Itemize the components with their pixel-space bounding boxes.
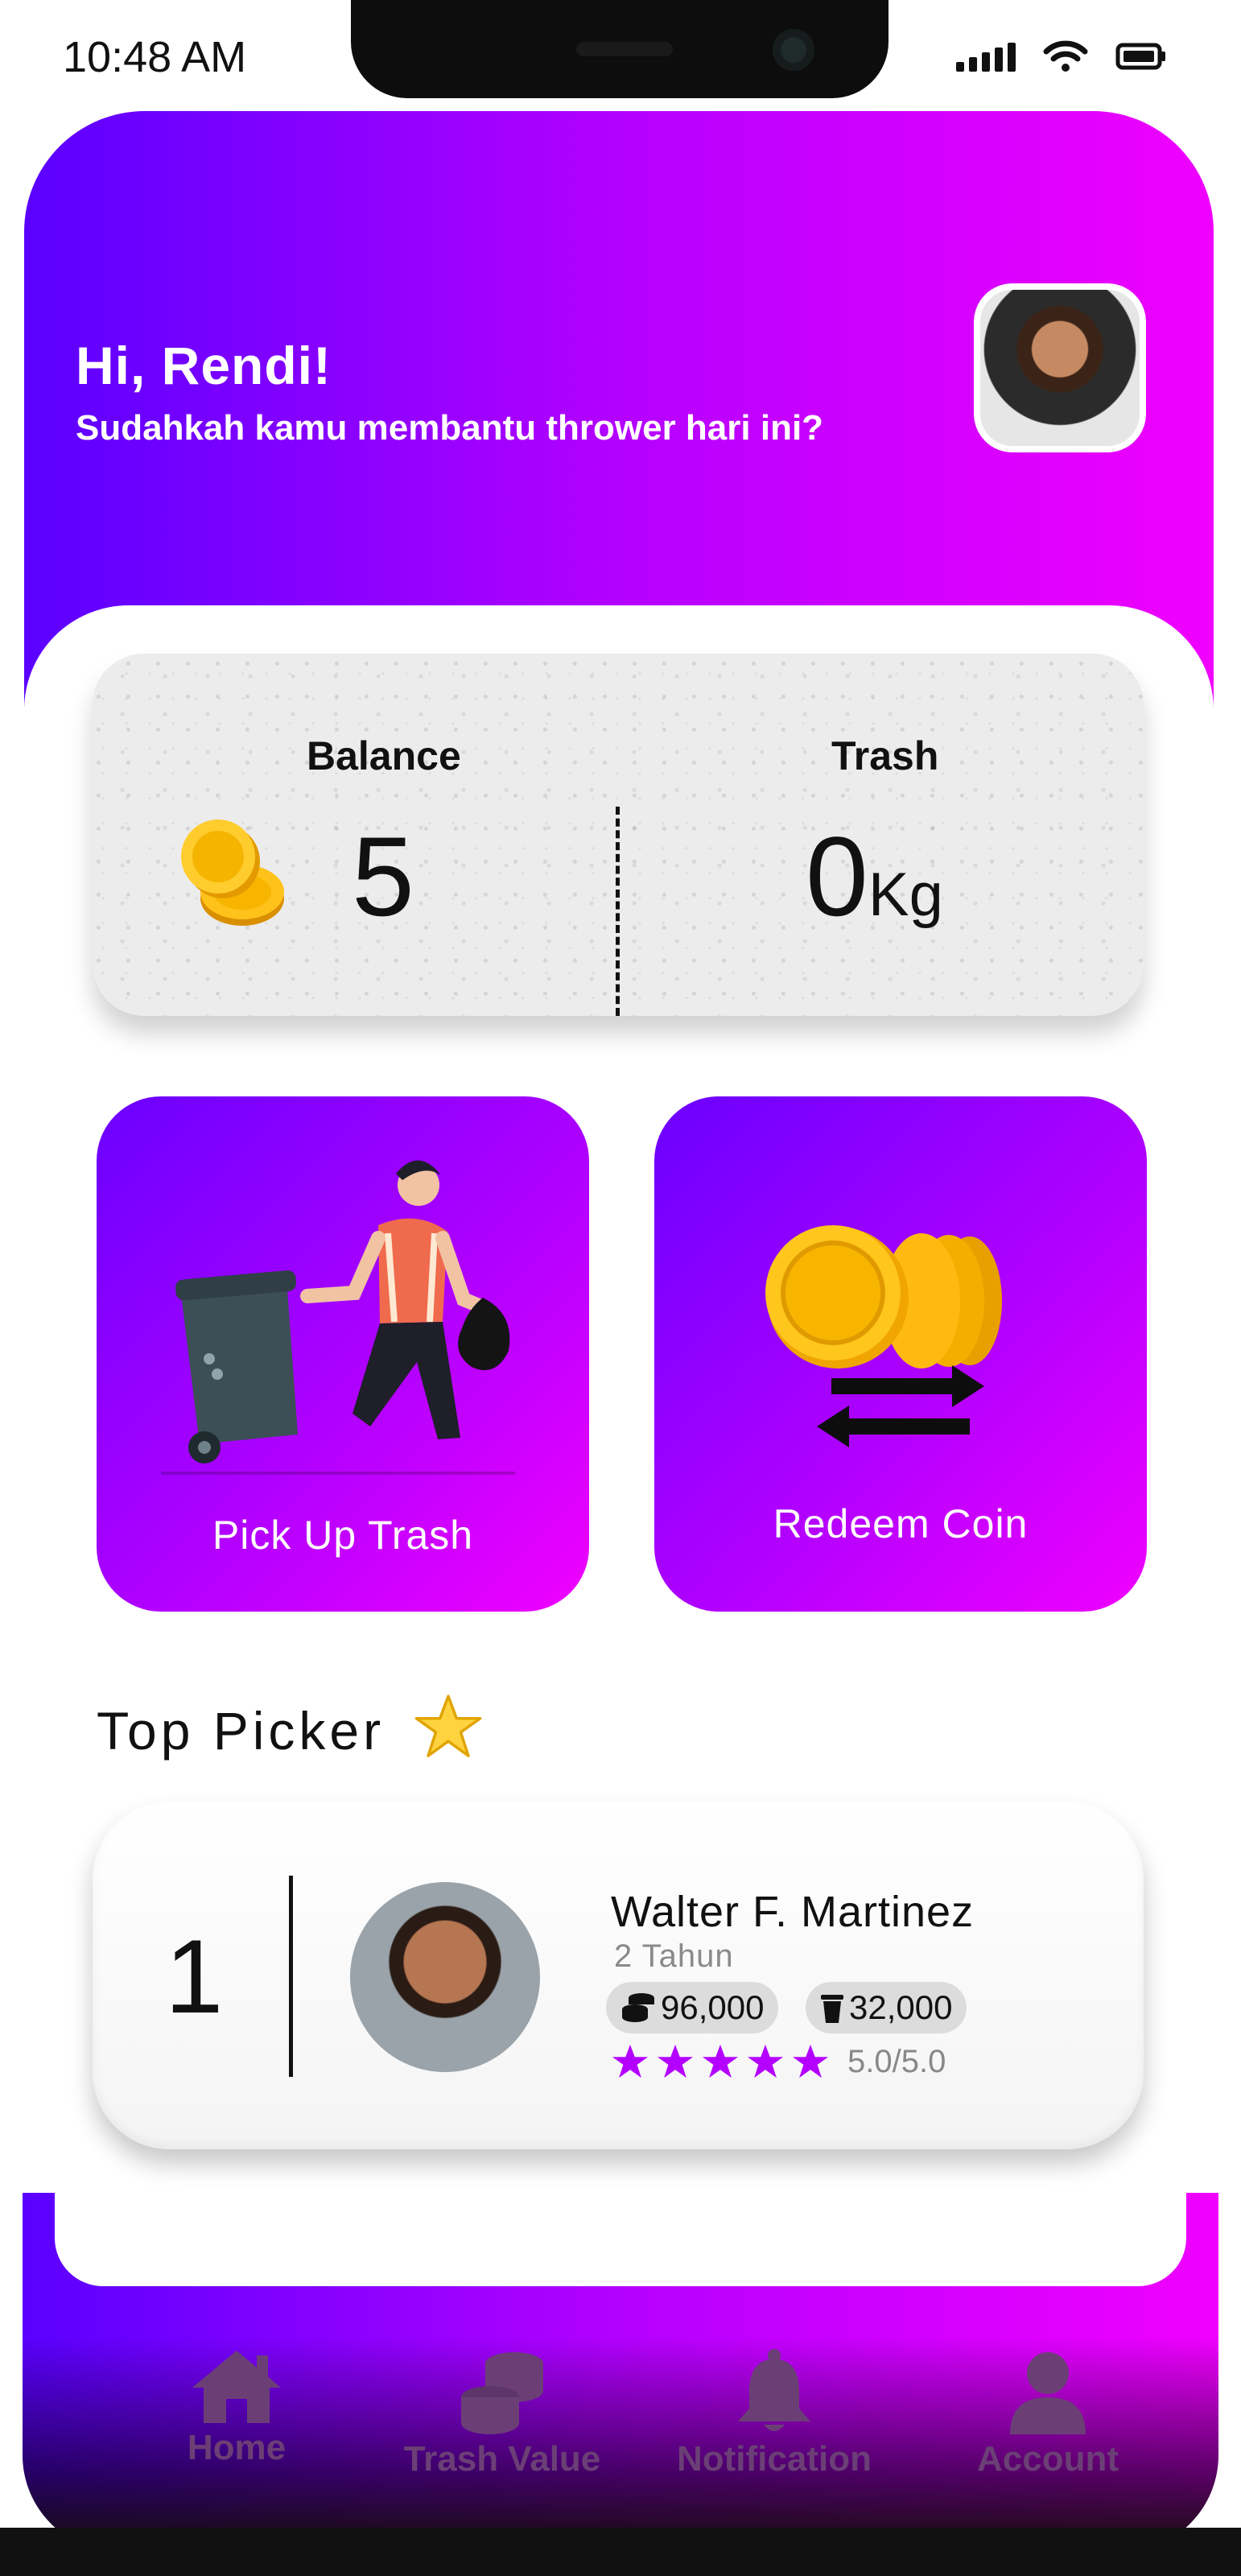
battery-icon [1115, 43, 1165, 70]
nav-account-label: Account [977, 2439, 1119, 2479]
picker-coins-badge: 96,000 [606, 1982, 779, 2033]
picker-rank: 1 [165, 1918, 224, 2035]
picker-name: Walter F. Martinez [611, 1888, 975, 1936]
nav-home-label: Home [187, 2428, 287, 2467]
top-picker-title: Top Picker [97, 1701, 385, 1761]
front-camera [773, 29, 814, 71]
status-time: 10:48 AM [63, 33, 247, 81]
device-bottom-bezel [0, 2528, 1241, 2576]
profile-avatar[interactable] [974, 283, 1146, 452]
card-divider [616, 807, 620, 1016]
trash-value: 0 [806, 813, 868, 939]
signal-icon [956, 41, 1016, 72]
summary-card: Balance 5 Trash 0Kg [93, 654, 1144, 1016]
nav-account[interactable]: Account [927, 2347, 1169, 2479]
bell-icon [738, 2349, 810, 2431]
coins-stack-icon [622, 1993, 654, 2022]
picker-trash-value: 32,000 [849, 1988, 953, 2026]
picker-rating: 5.0/5.0 [611, 2043, 946, 2080]
nav-home[interactable]: Home [116, 2347, 357, 2468]
trash-label: Trash [831, 733, 939, 778]
rating-star-icon [792, 2044, 829, 2079]
coin-exchange-illustration [765, 1225, 1002, 1447]
top-picker-card[interactable]: 1 Walter F. Martinez 2 Tahun 96,000 32,0… [93, 1802, 1144, 2149]
home-icon [192, 2351, 281, 2423]
nav-trash-value-label: Trash Value [403, 2439, 601, 2479]
redeem-coin-button[interactable]: Redeem Coin [654, 1096, 1147, 1612]
bottom-nav: Home Trash Value Notification Account [23, 2193, 1218, 2552]
balance-value: 5 [352, 813, 414, 939]
picker-rating-text: 5.0/5.0 [847, 2043, 946, 2079]
status-bar: 10:48 AM [0, 0, 1241, 113]
rating-star-icon [747, 2044, 784, 2079]
picker-divider [289, 1876, 293, 2077]
trash-collector-illustration [161, 1160, 515, 1475]
camera-notch [351, 0, 888, 98]
status-icons [956, 40, 1167, 72]
coin-icon [181, 819, 284, 926]
greeting: Hi, Rendi! Sudahkah kamu membantu throwe… [76, 335, 848, 450]
rating-star-icon [612, 2044, 649, 2079]
user-icon [1010, 2352, 1086, 2434]
rating-star-icon [657, 2044, 694, 2079]
speaker-grille [576, 42, 673, 56]
redeem-coin-label: Redeem Coin [773, 1501, 1029, 1546]
nav-notification[interactable]: Notification [653, 2347, 895, 2479]
wifi-icon [1043, 40, 1088, 72]
nav-cutout [55, 2193, 1186, 2286]
nav-trash-value[interactable]: Trash Value [381, 2347, 623, 2479]
pick-up-trash-label: Pick Up Trash [212, 1513, 474, 1558]
picker-years: 2 Tahun [614, 1938, 734, 1974]
balance-label: Balance [307, 733, 461, 778]
greeting-title: Hi, Rendi! [76, 336, 332, 395]
pick-up-trash-button[interactable]: Pick Up Trash [97, 1096, 589, 1612]
nav-notification-label: Notification [677, 2439, 872, 2479]
coins-stack-icon [461, 2352, 543, 2434]
trash-weight: 0Kg [806, 811, 943, 942]
picker-trash-badge: 32,000 [806, 1982, 967, 2033]
trash-unit: Kg [868, 861, 943, 929]
rating-star-icon [702, 2044, 739, 2079]
greeting-subtitle: Sudahkah kamu membantu thrower hari ini? [76, 408, 824, 448]
trash-bin-icon [821, 1995, 843, 2023]
picker-coins-value: 96,000 [661, 1988, 765, 2026]
star-icon [414, 1695, 482, 1757]
picker-avatar [350, 1882, 540, 2072]
